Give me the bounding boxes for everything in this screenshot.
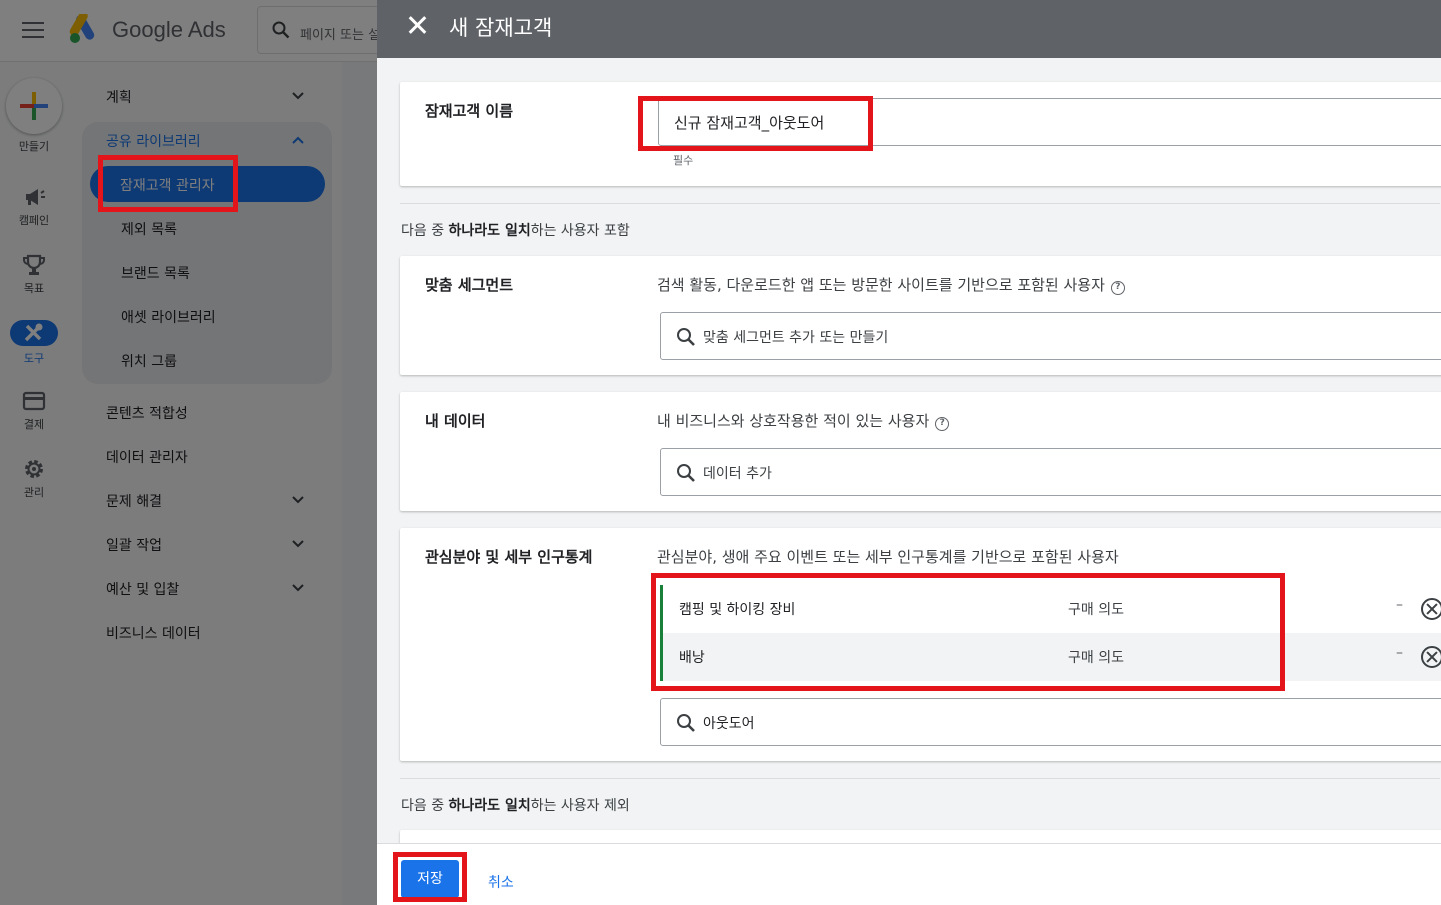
remove-circle-icon[interactable] bbox=[1421, 598, 1441, 620]
segment-row: 배낭 구매 의도 – bbox=[660, 633, 1441, 681]
custom-segments-card: 맞춤 세그먼트 검색 활동, 다운로드한 앱 또는 방문한 사이트를 기반으로 … bbox=[400, 256, 1441, 375]
segment-size: – bbox=[1396, 645, 1403, 661]
segment-type: 구매 의도 bbox=[1068, 602, 1124, 618]
panel-header: 새 잠재고객 bbox=[377, 0, 1441, 58]
include-header: 다음 중 하나라도 일치하는 사용자 포함 bbox=[401, 223, 630, 239]
divider bbox=[400, 778, 1440, 779]
remove-circle-icon[interactable] bbox=[1421, 646, 1441, 668]
audience-name-value: 신규 잠재고객_아웃도어 bbox=[674, 114, 825, 132]
new-audience-panel: 새 잠재고객 잠재고객 이름 신규 잠재고객_아웃도어 필수 다음 중 하나라도… bbox=[377, 0, 1441, 905]
divider bbox=[400, 203, 1440, 204]
interests-card: 관심분야 및 세부 인구통계 관심분야, 생애 주요 이벤트 또는 세부 인구통… bbox=[400, 528, 1441, 761]
custom-segments-label: 맞춤 세그먼트 bbox=[425, 276, 514, 294]
interests-label: 관심분야 및 세부 인구통계 bbox=[425, 548, 593, 566]
help-icon[interactable]: ? bbox=[935, 417, 950, 431]
cancel-button[interactable]: 취소 bbox=[488, 872, 514, 892]
your-data-desc: 내 비즈니스와 상호작용한 적이 있는 사용자? bbox=[657, 410, 950, 431]
segment-type: 구매 의도 bbox=[1068, 650, 1124, 666]
required-hint: 필수 bbox=[673, 154, 694, 167]
your-data-label: 내 데이터 bbox=[425, 412, 486, 430]
search-icon bbox=[677, 464, 695, 482]
save-button[interactable]: 저장 bbox=[401, 860, 459, 898]
panel-footer: 저장 취소 bbox=[377, 843, 1441, 905]
audience-name-input[interactable]: 신규 잠재고객_아웃도어 bbox=[658, 98, 1441, 146]
exclude-header: 다음 중 하나라도 일치하는 사용자 제외 bbox=[401, 798, 630, 814]
search-icon bbox=[677, 714, 695, 732]
segment-row: 캠핑 및 하이킹 장비 구매 의도 – bbox=[660, 585, 1441, 633]
interests-search[interactable]: 아웃도어 bbox=[660, 698, 1441, 746]
segment-size: – bbox=[1396, 597, 1403, 613]
custom-segments-placeholder: 맞춤 세그먼트 추가 또는 만들기 bbox=[703, 330, 889, 346]
custom-segments-desc: 검색 활동, 다운로드한 앱 또는 방문한 사이트를 기반으로 포함된 사용자? bbox=[657, 274, 1125, 295]
search-icon bbox=[677, 328, 695, 346]
segment-name: 배낭 bbox=[679, 650, 705, 666]
segment-name: 캠핑 및 하이킹 장비 bbox=[679, 602, 796, 618]
help-icon[interactable]: ? bbox=[1110, 281, 1125, 295]
interests-search-value: 아웃도어 bbox=[703, 716, 755, 732]
your-data-placeholder: 데이터 추가 bbox=[703, 466, 772, 482]
interests-desc: 관심분야, 생애 주요 이벤트 또는 세부 인구통계를 기반으로 포함된 사용자 bbox=[657, 548, 1119, 566]
audience-name-card: 잠재고객 이름 신규 잠재고객_아웃도어 필수 bbox=[400, 82, 1441, 186]
panel-title: 새 잠재고객 bbox=[449, 16, 553, 40]
close-icon[interactable] bbox=[407, 15, 427, 35]
audience-name-label: 잠재고객 이름 bbox=[425, 102, 514, 120]
your-data-card: 내 데이터 내 비즈니스와 상호작용한 적이 있는 사용자? 데이터 추가 bbox=[400, 392, 1441, 511]
your-data-search[interactable]: 데이터 추가 bbox=[660, 448, 1441, 496]
custom-segments-search[interactable]: 맞춤 세그먼트 추가 또는 만들기 bbox=[660, 312, 1441, 360]
